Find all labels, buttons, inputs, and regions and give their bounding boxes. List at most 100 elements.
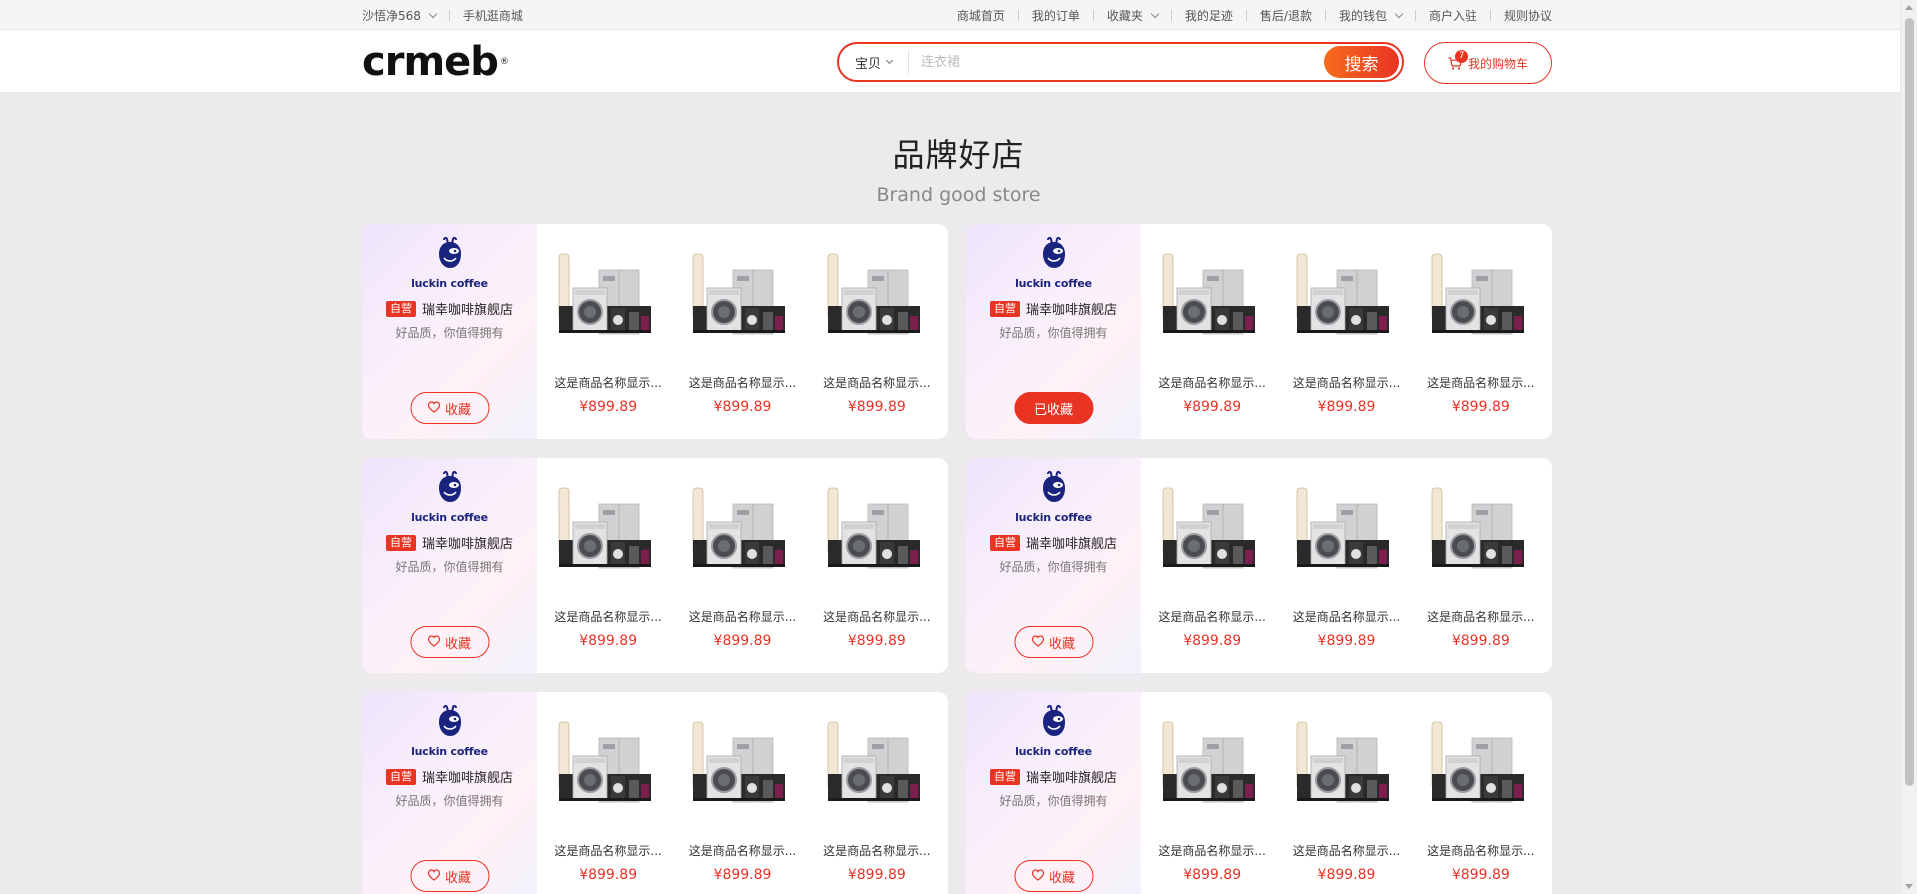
store-logo-wordmark: luckin coffee (411, 745, 488, 758)
top-nav-link-label: 规则协议 (1503, 8, 1552, 23)
product-item[interactable]: 这是商品名称显示... ¥899.89 (1426, 692, 1536, 894)
store-card[interactable]: luckin coffee 自营 瑞幸咖啡旗舰店 好品质，你值得拥有 收藏 这是… (362, 224, 948, 439)
store-logo-wordmark: luckin coffee (1015, 511, 1092, 524)
product-image[interactable] (1426, 246, 1536, 356)
top-nav-link[interactable]: 商户入驻 (1429, 7, 1477, 24)
scrollbar-thumb[interactable] (1905, 18, 1914, 786)
search-input[interactable] (909, 54, 1324, 70)
product-image[interactable] (822, 480, 932, 590)
scroll-down-arrow-icon[interactable] (1905, 884, 1913, 889)
site-logo[interactable]: crmeb ® (362, 40, 509, 84)
product-item[interactable]: 这是商品名称显示... ¥899.89 (1157, 458, 1267, 673)
favorite-label: 收藏 (1048, 869, 1075, 885)
product-price: ¥899.89 (579, 633, 638, 649)
store-logo[interactable]: luckin coffee (1015, 236, 1092, 290)
divider (1324, 9, 1326, 21)
product-image[interactable] (687, 480, 797, 590)
product-price: ¥899.89 (847, 867, 906, 883)
top-nav-link[interactable]: 我的钱包 (1339, 7, 1404, 24)
product-name: 这是商品名称显示... (688, 610, 797, 624)
product-item[interactable]: 这是商品名称显示... ¥899.89 (687, 458, 797, 673)
favorite-store-button[interactable]: 收藏 (410, 392, 489, 424)
product-item[interactable]: 这是商品名称显示... ¥899.89 (1291, 224, 1401, 439)
top-nav-link[interactable]: 规则协议 (1504, 7, 1552, 24)
product-item[interactable]: 这是商品名称显示... ¥899.89 (1157, 692, 1267, 894)
store-name[interactable]: 瑞幸咖啡旗舰店 (422, 533, 513, 552)
product-item[interactable]: 这是商品名称显示... ¥899.89 (1426, 224, 1536, 439)
product-image[interactable] (1157, 480, 1267, 590)
product-name: 这是商品名称显示... (823, 610, 931, 624)
search-button[interactable]: 搜索 (1324, 46, 1399, 78)
scroll-up-arrow-icon[interactable] (1905, 5, 1913, 10)
top-nav-link-label: 收藏夹 (1106, 8, 1143, 23)
product-item[interactable]: 这是商品名称显示... ¥899.89 (1157, 224, 1267, 439)
favorite-label: 收藏 (444, 635, 471, 651)
product-image[interactable] (687, 714, 797, 824)
top-nav-link[interactable]: 收藏夹 (1106, 7, 1160, 24)
product-name: 这是商品名称显示... (1158, 376, 1266, 390)
product-image[interactable] (1291, 246, 1401, 356)
store-logo[interactable]: luckin coffee (1015, 704, 1092, 758)
favorite-label: 收藏 (444, 869, 471, 885)
product-item[interactable]: 这是商品名称显示... ¥899.89 (553, 692, 663, 894)
favorite-store-button[interactable]: 收藏 (410, 626, 489, 658)
search-category-select[interactable]: 宝贝 (839, 50, 909, 74)
product-item[interactable]: 这是商品名称显示... ¥899.89 (822, 224, 932, 439)
store-card[interactable]: luckin coffee 自营 瑞幸咖啡旗舰店 好品质，你值得拥有 收藏 这是… (362, 458, 948, 673)
product-item[interactable]: 这是商品名称显示... ¥899.89 (1291, 458, 1401, 673)
store-products: 这是商品名称显示... ¥899.89 这是商品名称显示... ¥899.89 (537, 224, 948, 439)
product-image[interactable] (1157, 714, 1267, 824)
favorite-store-button[interactable]: 收藏 (410, 860, 489, 892)
store-name[interactable]: 瑞幸咖啡旗舰店 (1026, 299, 1117, 318)
product-item[interactable]: 这是商品名称显示... ¥899.89 (553, 224, 663, 439)
product-image[interactable] (553, 714, 663, 824)
product-item[interactable]: 这是商品名称显示... ¥899.89 (822, 692, 932, 894)
store-card[interactable]: luckin coffee 自营 瑞幸咖啡旗舰店 好品质，你值得拥有 收藏 这是… (966, 692, 1552, 894)
product-price: ¥899.89 (1317, 867, 1376, 883)
mobile-mall-link[interactable]: 手机逛商城 (463, 7, 523, 24)
product-image[interactable] (822, 714, 932, 824)
product-image[interactable] (687, 246, 797, 356)
cart-count-badge: 7 (1454, 49, 1468, 63)
top-nav-link[interactable]: 商城首页 (957, 7, 1005, 24)
product-item[interactable]: 这是商品名称显示... ¥899.89 (687, 224, 797, 439)
cart-button[interactable]: 7 我的购物车 (1424, 42, 1552, 84)
top-nav-link[interactable]: 售后/退款 (1260, 7, 1312, 24)
top-nav-link[interactable]: 我的足迹 (1185, 7, 1233, 24)
top-nav-link[interactable]: 我的订单 (1032, 7, 1080, 24)
product-image[interactable] (1426, 714, 1536, 824)
self-operated-badge: 自营 (989, 768, 1020, 785)
product-item[interactable]: 这是商品名称显示... ¥899.89 (553, 458, 663, 673)
store-card[interactable]: luckin coffee 自营 瑞幸咖啡旗舰店 好品质，你值得拥有 收藏 这是… (966, 458, 1552, 673)
product-item[interactable]: 这是商品名称显示... ¥899.89 (1291, 692, 1401, 894)
favorite-store-button[interactable]: 已收藏 (1014, 392, 1093, 424)
store-name[interactable]: 瑞幸咖啡旗舰店 (422, 299, 513, 318)
user-menu[interactable]: 沙悟净568 (362, 7, 438, 24)
store-grid: luckin coffee 自营 瑞幸咖啡旗舰店 好品质，你值得拥有 收藏 这是… (362, 224, 1552, 894)
product-item[interactable]: 这是商品名称显示... ¥899.89 (822, 458, 932, 673)
store-card[interactable]: luckin coffee 自营 瑞幸咖啡旗舰店 好品质，你值得拥有 已收藏 这… (966, 224, 1552, 439)
store-card[interactable]: luckin coffee 自营 瑞幸咖啡旗舰店 好品质，你值得拥有 收藏 这是… (362, 692, 948, 894)
product-image[interactable] (822, 246, 932, 356)
store-name[interactable]: 瑞幸咖啡旗舰店 (1026, 767, 1117, 786)
product-image[interactable] (1157, 246, 1267, 356)
favorite-store-button[interactable]: 收藏 (1014, 860, 1093, 892)
store-name[interactable]: 瑞幸咖啡旗舰店 (1026, 533, 1117, 552)
store-logo[interactable]: luckin coffee (411, 236, 488, 290)
chevron-down-icon (1150, 9, 1160, 18)
product-item[interactable]: 这是商品名称显示... ¥899.89 (687, 692, 797, 894)
product-image[interactable] (1291, 714, 1401, 824)
store-logo[interactable]: luckin coffee (411, 704, 488, 758)
favorite-store-button[interactable]: 收藏 (1014, 626, 1093, 658)
store-logo[interactable]: luckin coffee (411, 470, 488, 524)
product-image[interactable] (1291, 480, 1401, 590)
product-image[interactable] (553, 480, 663, 590)
page-scrollbar[interactable] (1900, 0, 1917, 894)
store-logo[interactable]: luckin coffee (1015, 470, 1092, 524)
product-item[interactable]: 这是商品名称显示... ¥899.89 (1426, 458, 1536, 673)
top-nav-link-label: 我的足迹 (1184, 8, 1233, 23)
product-image[interactable] (553, 246, 663, 356)
heart-icon (428, 400, 441, 416)
product-image[interactable] (1426, 480, 1536, 590)
store-name[interactable]: 瑞幸咖啡旗舰店 (422, 767, 513, 786)
